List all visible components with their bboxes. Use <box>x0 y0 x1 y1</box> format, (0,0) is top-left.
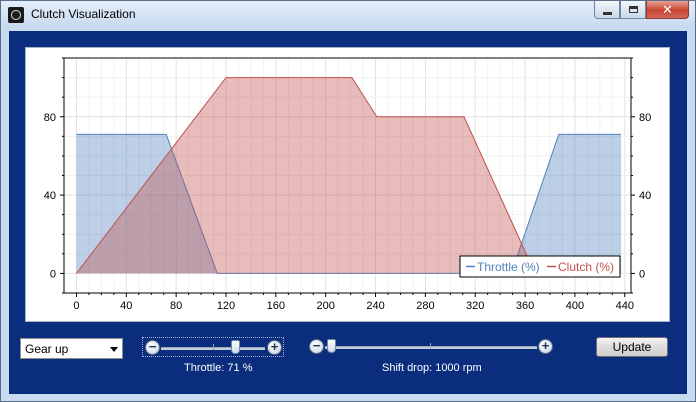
throttle-label: Throttle: 71 % <box>184 362 253 374</box>
y-tick-label-right: 40 <box>639 190 651 202</box>
window-title: Clutch Visualization <box>31 7 136 21</box>
gear-select-value: Gear up <box>25 342 69 356</box>
x-tick-label: 320 <box>466 300 484 312</box>
shift-drop-thumb[interactable] <box>327 339 336 353</box>
shift-drop-tick <box>430 343 431 349</box>
x-tick-label: 400 <box>566 300 584 312</box>
app-icon <box>8 7 24 23</box>
x-tick-label: 280 <box>416 300 434 312</box>
minimize-icon <box>603 12 612 15</box>
y-tick-label-right: 0 <box>639 268 645 280</box>
clutch-chart: 0 40 80 120 160 200 240 280 320 360 400 440 0 0 40 40 80… <box>44 57 651 312</box>
x-tick-label: 120 <box>217 300 235 312</box>
throttle-thumb[interactable] <box>230 340 240 354</box>
maximize-icon <box>629 6 638 13</box>
y-tick-label-left: 40 <box>44 190 56 202</box>
update-button[interactable]: Update <box>596 337 668 357</box>
x-tick-label: 40 <box>120 300 132 312</box>
client-area: 0 40 80 120 160 200 240 280 320 360 400 440 0 0 40 40 80… <box>9 31 687 394</box>
minimize-button[interactable] <box>594 1 620 19</box>
title-bar[interactable]: Clutch Visualization ✕ <box>1 1 695 28</box>
gear-select[interactable]: Gear up <box>20 338 123 359</box>
x-tick-label: 360 <box>516 300 534 312</box>
legend-label-1: Clutch (%) <box>558 260 614 274</box>
shift-drop-increase-button[interactable]: + <box>538 339 553 354</box>
close-button[interactable]: ✕ <box>646 1 689 19</box>
y-tick-label-left: 80 <box>44 112 56 124</box>
shift-drop-slider[interactable]: − + <box>306 337 555 357</box>
chart-panel: 0 40 80 120 160 200 240 280 320 360 400 440 0 0 40 40 80… <box>25 47 670 322</box>
x-tick-label: 80 <box>170 300 182 312</box>
y-tick-label-right: 80 <box>639 112 651 124</box>
shift-drop-track[interactable] <box>325 346 537 349</box>
legend-label-0: Throttle (%) <box>477 260 540 274</box>
x-tick-label: 440 <box>616 300 634 312</box>
x-tick-label: 200 <box>317 300 335 312</box>
window-controls: ✕ <box>594 1 689 20</box>
close-icon: ✕ <box>662 2 673 17</box>
throttle-increase-button[interactable]: + <box>267 340 282 355</box>
shift-drop-label: Shift drop: 1000 rpm <box>382 362 482 374</box>
app-window: Clutch Visualization ✕ 0 40 80 120 160 200 240… <box>0 0 696 402</box>
shift-drop-decrease-button[interactable]: − <box>309 339 324 354</box>
throttle-slider[interactable]: − + <box>142 337 284 357</box>
throttle-decrease-button[interactable]: − <box>145 340 160 355</box>
maximize-button[interactable] <box>620 1 646 19</box>
x-tick-label: 0 <box>73 300 79 312</box>
throttle-tick <box>213 344 214 350</box>
x-tick-label: 240 <box>366 300 384 312</box>
y-tick-label-left: 0 <box>50 268 56 280</box>
chevron-down-icon <box>110 347 118 352</box>
x-tick-label: 160 <box>267 300 285 312</box>
